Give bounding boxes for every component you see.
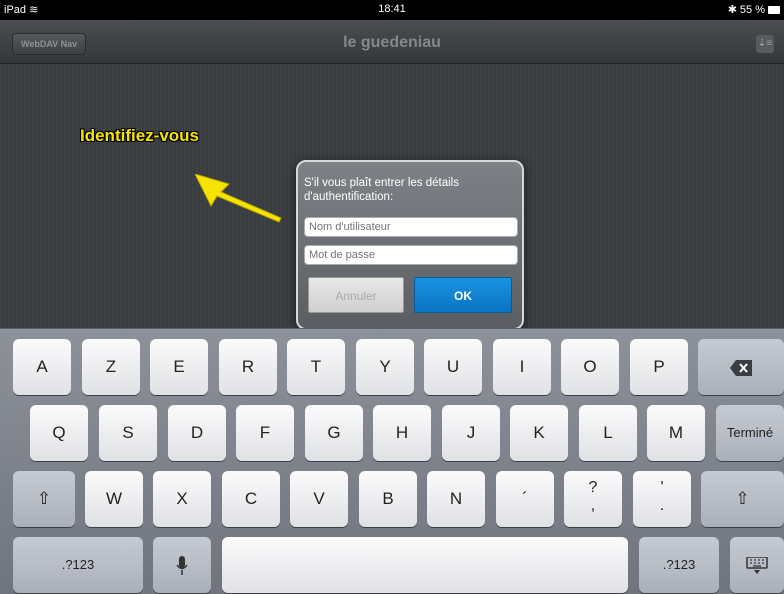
key-x[interactable]: X bbox=[153, 471, 211, 527]
comma-label: , bbox=[590, 497, 596, 514]
shift-icon: ⇧ bbox=[36, 489, 52, 508]
space-key[interactable] bbox=[222, 537, 628, 593]
key-o[interactable]: O bbox=[561, 339, 619, 395]
key-s[interactable]: S bbox=[99, 405, 157, 461]
key-h[interactable]: H bbox=[373, 405, 431, 461]
key-u[interactable]: U bbox=[424, 339, 482, 395]
key-c[interactable]: C bbox=[222, 471, 280, 527]
shift-icon: ⇧ bbox=[735, 489, 750, 508]
key-e[interactable]: E bbox=[150, 339, 208, 395]
dialog-message: S'il vous plaît entrer les détails d'aut… bbox=[304, 177, 459, 203]
done-key[interactable]: Terminé bbox=[716, 405, 784, 461]
key-j[interactable]: J bbox=[442, 405, 500, 461]
navigation-bar: WebDAV Nav le guedeniau ⇣≡ bbox=[0, 20, 784, 64]
key-b[interactable]: B bbox=[359, 471, 417, 527]
ok-button[interactable]: OK bbox=[414, 277, 512, 313]
key-y[interactable]: Y bbox=[356, 339, 414, 395]
username-input[interactable] bbox=[304, 217, 518, 237]
key-v[interactable]: V bbox=[290, 471, 348, 527]
cancel-button[interactable]: Annuler bbox=[308, 277, 404, 313]
key-i[interactable]: I bbox=[493, 339, 551, 395]
key-t[interactable]: T bbox=[287, 339, 345, 395]
backspace-icon bbox=[730, 359, 752, 376]
key-l[interactable]: L bbox=[579, 405, 637, 461]
status-bar: iPad ≋ 18:41 ✱ 55 % bbox=[0, 0, 784, 20]
shift-left-key[interactable]: ⇧ bbox=[13, 471, 75, 527]
keyboard-dismiss-icon bbox=[746, 555, 768, 574]
key-d[interactable]: D bbox=[168, 405, 226, 461]
question-mark-label: ? bbox=[588, 479, 598, 496]
sort-icon[interactable]: ⇣≡ bbox=[756, 35, 774, 53]
microphone-icon bbox=[176, 555, 188, 575]
backspace-key[interactable] bbox=[698, 339, 784, 395]
key-k[interactable]: K bbox=[510, 405, 568, 461]
on-screen-keyboard: A Z E R T Y U I O P Q S D F G H J K L M … bbox=[0, 328, 784, 594]
key-q[interactable]: Q bbox=[30, 405, 88, 461]
key-n[interactable]: N bbox=[427, 471, 485, 527]
shift-right-key[interactable]: ⇧ bbox=[701, 471, 784, 527]
key-a[interactable]: A bbox=[13, 339, 71, 395]
key-z[interactable]: Z bbox=[82, 339, 140, 395]
bluetooth-icon: ✱ bbox=[727, 4, 737, 16]
battery-icon bbox=[768, 5, 780, 14]
key-f[interactable]: F bbox=[236, 405, 294, 461]
annotation-label: Identifiez-vous bbox=[80, 126, 200, 145]
period-label: . bbox=[659, 497, 665, 514]
annotation-arrow-icon bbox=[195, 174, 282, 223]
key-w[interactable]: W bbox=[85, 471, 143, 527]
battery-status: ✱ 55 % bbox=[728, 3, 780, 16]
page-title: le guedeniau bbox=[343, 34, 441, 51]
dictation-key[interactable] bbox=[153, 537, 211, 593]
battery-percent: 55 % bbox=[739, 3, 765, 16]
password-input[interactable] bbox=[304, 245, 518, 265]
auth-dialog: S'il vous plaît entrer les détails d'aut… bbox=[296, 160, 524, 330]
key-m[interactable]: M bbox=[647, 405, 705, 461]
hide-keyboard-key[interactable] bbox=[730, 537, 784, 593]
clock: 18:41 bbox=[378, 3, 406, 15]
numbers-key-left[interactable]: .?123 bbox=[13, 537, 143, 593]
key-question-comma[interactable]: ? , bbox=[564, 471, 622, 527]
quote-label: ' bbox=[660, 479, 664, 496]
key-acute[interactable]: ´ bbox=[496, 471, 554, 527]
key-g[interactable]: G bbox=[305, 405, 363, 461]
numbers-key-right[interactable]: .?123 bbox=[639, 537, 719, 593]
key-quote-period[interactable]: ' . bbox=[633, 471, 691, 527]
key-r[interactable]: R bbox=[219, 339, 277, 395]
key-p[interactable]: P bbox=[630, 339, 688, 395]
